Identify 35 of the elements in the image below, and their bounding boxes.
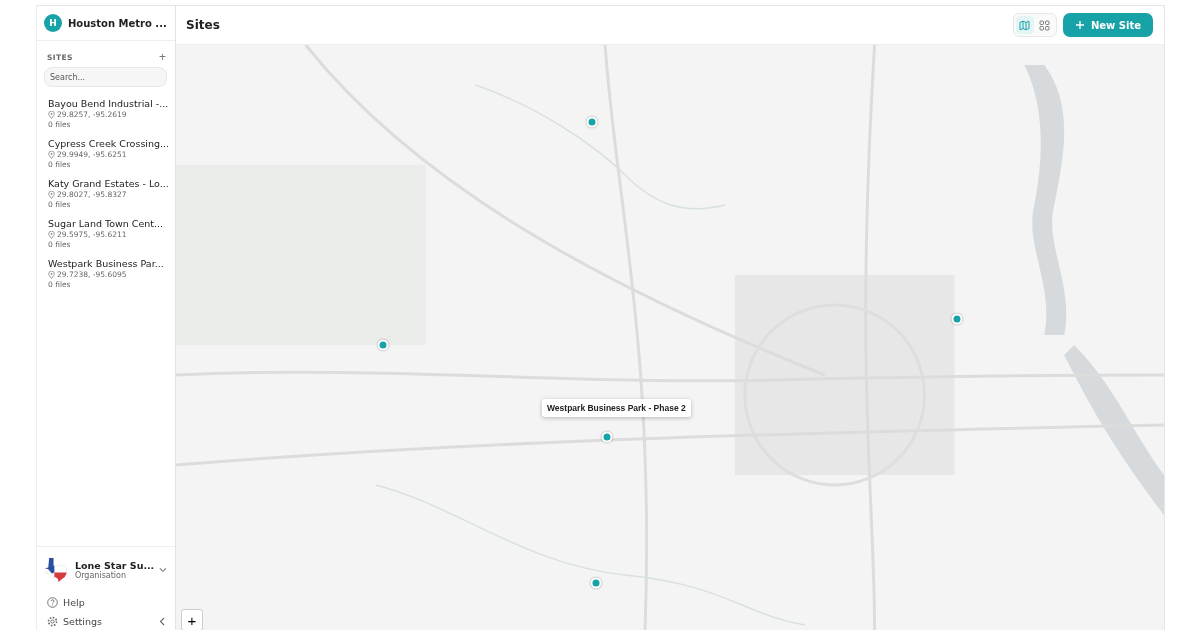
marker-tooltip: Westpark Business Park - Phase 2 [542,399,691,417]
organisation-name: Lone Star Su... [74,560,155,571]
map-marker[interactable] [601,431,613,443]
page-title: Sites [186,18,221,32]
location-pin-icon [48,270,55,279]
location-pin-icon [48,110,55,119]
collapse-icon[interactable] [159,617,165,626]
texas-flag-logo [44,555,70,585]
map-view-button[interactable] [1015,16,1034,34]
site-name: Cypress Creek Crossing... [48,138,169,149]
organisation-switcher[interactable]: Lone Star Su... Organisation [37,546,175,593]
plus-icon [1074,20,1085,30]
footer-link[interactable]: Settings [37,612,175,630]
organisation-role: Organisation [74,571,128,580]
map-marker[interactable] [951,313,963,325]
site-name: Bayou Bend Industrial -... [48,98,169,109]
workspace-avatar: H [44,14,62,32]
map-marker[interactable] [586,116,598,128]
add-site-button[interactable]: + [159,51,166,63]
workspace-name: Houston Metro ... [68,17,167,29]
location-pin-icon [48,190,55,199]
map-marker[interactable] [377,339,389,351]
site-name: Sugar Land Town Cent... [48,218,165,229]
location-pin-icon [48,150,55,159]
workspace-switcher[interactable]: H Houston Metro ... [37,6,175,41]
site-name: Katy Grand Estates - Lo... [48,178,169,189]
settings-icon [47,616,58,627]
zoom-in-button[interactable]: + [181,609,203,630]
help-icon [47,597,58,608]
location-pin-icon [48,230,55,239]
search-field[interactable]: Search... [44,67,167,87]
site-name: Westpark Business Par... [48,258,165,269]
chevron-down-icon [159,567,167,573]
map-marker[interactable] [590,577,602,589]
footer-link[interactable]: Help [37,593,175,612]
